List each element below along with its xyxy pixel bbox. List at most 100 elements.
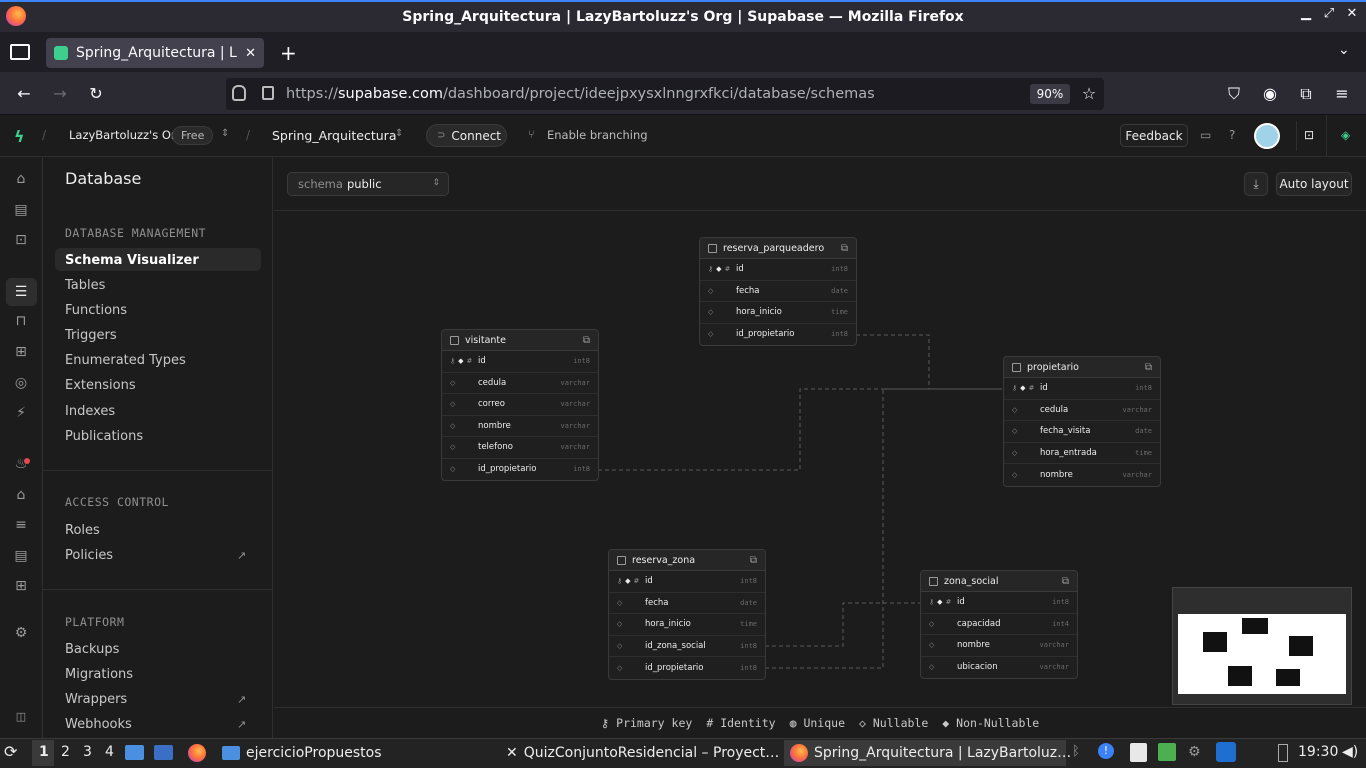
- vscode-tray-icon[interactable]: [1216, 742, 1236, 762]
- assistant-icon[interactable]: ◈: [1341, 128, 1350, 142]
- column-row[interactable]: ⚷ ◆ # id int8: [1004, 378, 1160, 400]
- column-row[interactable]: ◇ fecha date: [700, 281, 856, 302]
- sidebar-item-roles[interactable]: Roles: [65, 523, 100, 538]
- table-editor-icon[interactable]: ▤: [12, 201, 30, 219]
- zoom-level[interactable]: 90%: [1030, 84, 1070, 104]
- workspace-1[interactable]: 1: [39, 744, 49, 760]
- column-row[interactable]: ◇ capacidad int4: [921, 614, 1077, 635]
- column-row[interactable]: ◇ ubicacion varchar: [921, 657, 1077, 679]
- enable-branching-button[interactable]: Enable branching: [547, 128, 648, 142]
- edge-functions-icon[interactable]: ⚡: [12, 404, 30, 422]
- notification-icon[interactable]: !: [1098, 743, 1114, 759]
- column-row[interactable]: ◇ cedula varchar: [1004, 400, 1160, 421]
- sidebar-item-enumerated-types[interactable]: Enumerated Types: [65, 353, 186, 368]
- sidebar-item-schema-visualizer[interactable]: Schema Visualizer: [65, 253, 199, 268]
- restore-icon[interactable]: ⤢: [1319, 6, 1339, 21]
- browser-tab-active[interactable]: Spring_Arquitectura | Laz ✕: [46, 38, 264, 68]
- supabase-logo-icon[interactable]: ϟ: [14, 127, 25, 146]
- table-node-reserva-parqueadero[interactable]: reserva_parqueadero ⧉ ⚷ ◆ # id int8 ◇ fecha date ◇…: [699, 237, 857, 346]
- sql-editor-icon[interactable]: ⊡: [1304, 128, 1314, 142]
- firefox-launcher-icon[interactable]: [188, 744, 206, 762]
- open-table-icon[interactable]: ⧉: [1062, 576, 1069, 587]
- open-table-icon[interactable]: ⧉: [1145, 362, 1152, 373]
- column-row[interactable]: ◇ id_zona_social int8: [609, 636, 765, 657]
- network-icon[interactable]: ⚙: [1188, 744, 1201, 760]
- minimize-icon[interactable]: ▁: [1296, 6, 1316, 21]
- column-row[interactable]: ◇ id_propietario int8: [700, 324, 856, 346]
- column-row[interactable]: ◇ id_propietario int8: [609, 657, 765, 679]
- table-node-visitante[interactable]: visitante ⧉ ⚷ ◆ # id int8 ◇ cedula varchar ◇ correo…: [441, 329, 599, 481]
- table-node-zona-social[interactable]: zona_social ⧉ ⚷ ◆ # id int8 ◇ capacidad int4 ◇ nomb…: [920, 570, 1078, 679]
- clock[interactable]: 19:30: [1298, 744, 1338, 760]
- realtime-icon[interactable]: ◎: [12, 374, 30, 392]
- sidebar-item-triggers[interactable]: Triggers: [65, 328, 117, 343]
- sidebar-item-backups[interactable]: Backups: [65, 642, 119, 657]
- reports-icon[interactable]: ⌂: [12, 486, 30, 504]
- sidebar-item-wrappers[interactable]: Wrappers: [65, 692, 127, 707]
- sidebar-item-webhooks[interactable]: Webhooks: [65, 717, 132, 732]
- table-header[interactable]: zona_social ⧉: [921, 571, 1077, 592]
- bluetooth-icon[interactable]: ᛒ: [1072, 744, 1080, 759]
- workspace-3[interactable]: 3: [83, 744, 92, 760]
- column-row[interactable]: ⚷ ◆ # id int8: [442, 351, 598, 373]
- tab-overview-icon[interactable]: [10, 44, 30, 60]
- table-header[interactable]: reserva_zona ⧉: [609, 550, 765, 571]
- column-row[interactable]: ◇ hora_inicio time: [609, 614, 765, 636]
- taskbar-task-ide[interactable]: ✕ QuizConjuntoResidencial – Proyect…: [500, 740, 785, 766]
- app-menu-icon[interactable]: ⟳: [4, 742, 17, 761]
- sql-editor-rail-icon[interactable]: ⊡: [12, 231, 30, 249]
- storage-icon[interactable]: ⊞: [12, 343, 30, 361]
- org-switcher-icon[interactable]: ⇕: [221, 128, 229, 139]
- collapse-sidebar-icon[interactable]: ◫: [12, 708, 30, 726]
- forward-icon[interactable]: →: [50, 84, 70, 104]
- taskbar-task-folder[interactable]: ejercicioPropuestos: [216, 740, 388, 766]
- sidebar-item-publications[interactable]: Publications: [65, 429, 143, 444]
- auth-icon[interactable]: ⊓: [12, 312, 30, 330]
- updates-icon[interactable]: [1158, 743, 1176, 761]
- sidebar-item-migrations[interactable]: Migrations: [65, 667, 133, 682]
- firefox-logo-icon[interactable]: [6, 6, 26, 26]
- inbox-icon[interactable]: ▭: [1200, 128, 1211, 142]
- project-switcher-icon[interactable]: ⇕: [395, 128, 403, 139]
- bookmark-star-icon[interactable]: ☆: [1079, 84, 1099, 104]
- column-row[interactable]: ⚷ ◆ # id int8: [609, 571, 765, 593]
- feedback-button[interactable]: Feedback: [1120, 124, 1188, 147]
- open-table-icon[interactable]: ⧉: [583, 335, 590, 346]
- sidebar-item-tables[interactable]: Tables: [65, 278, 105, 293]
- menu-icon[interactable]: ≡: [1332, 84, 1352, 104]
- avatar[interactable]: [1254, 123, 1280, 149]
- workspace-2[interactable]: 2: [61, 744, 70, 760]
- table-header[interactable]: propietario ⧉: [1004, 357, 1160, 378]
- column-row[interactable]: ◇ nombre varchar: [442, 416, 598, 437]
- sidebar-item-indexes[interactable]: Indexes: [65, 404, 115, 419]
- extensions-icon[interactable]: ⧉: [1296, 84, 1316, 104]
- column-row[interactable]: ◇ nombre varchar: [1004, 464, 1160, 486]
- volume-icon[interactable]: ◀): [1342, 744, 1358, 760]
- column-row[interactable]: ◇ hora_inicio time: [700, 302, 856, 324]
- org-name[interactable]: LazyBartoluzz's Org: [69, 128, 183, 142]
- open-table-icon[interactable]: ⧉: [841, 243, 848, 254]
- sidebar-item-functions[interactable]: Functions: [65, 303, 127, 318]
- table-node-reserva-zona[interactable]: reserva_zona ⧉ ⚷ ◆ # id int8 ◇ fecha date ◇ hora_in…: [608, 549, 766, 680]
- column-row[interactable]: ⚷ ◆ # id int8: [700, 259, 856, 281]
- url-bar[interactable]: https://supabase.com/dashboard/project/i…: [226, 78, 1104, 110]
- schema-select[interactable]: schema public ⇕: [287, 172, 449, 196]
- column-row[interactable]: ◇ hora_entrada time: [1004, 443, 1160, 464]
- open-table-icon[interactable]: ⧉: [750, 555, 757, 566]
- taskbar-task-firefox[interactable]: Spring_Arquitectura | LazyBartoluz…: [784, 740, 1077, 766]
- home-icon[interactable]: ⌂: [12, 170, 30, 188]
- column-row[interactable]: ◇ id_propietario int8: [442, 459, 598, 481]
- database-icon[interactable]: ☰: [12, 283, 30, 301]
- api-docs-icon[interactable]: ▤: [12, 547, 30, 565]
- battery-icon[interactable]: [1278, 744, 1288, 762]
- column-row[interactable]: ◇ cedula varchar: [442, 373, 598, 394]
- workspace-4[interactable]: 4: [105, 744, 114, 760]
- sidebar-item-extensions[interactable]: Extensions: [65, 378, 136, 393]
- column-row[interactable]: ◇ nombre varchar: [921, 635, 1077, 657]
- close-window-icon[interactable]: ✕: [1342, 6, 1362, 21]
- column-row[interactable]: ◇ telefono varchar: [442, 437, 598, 459]
- table-header[interactable]: reserva_parqueadero ⧉: [700, 238, 856, 259]
- tab-close-icon[interactable]: ✕: [245, 46, 256, 61]
- project-name[interactable]: Spring_Arquitectura: [272, 128, 396, 143]
- sidebar-item-policies[interactable]: Policies: [65, 548, 113, 563]
